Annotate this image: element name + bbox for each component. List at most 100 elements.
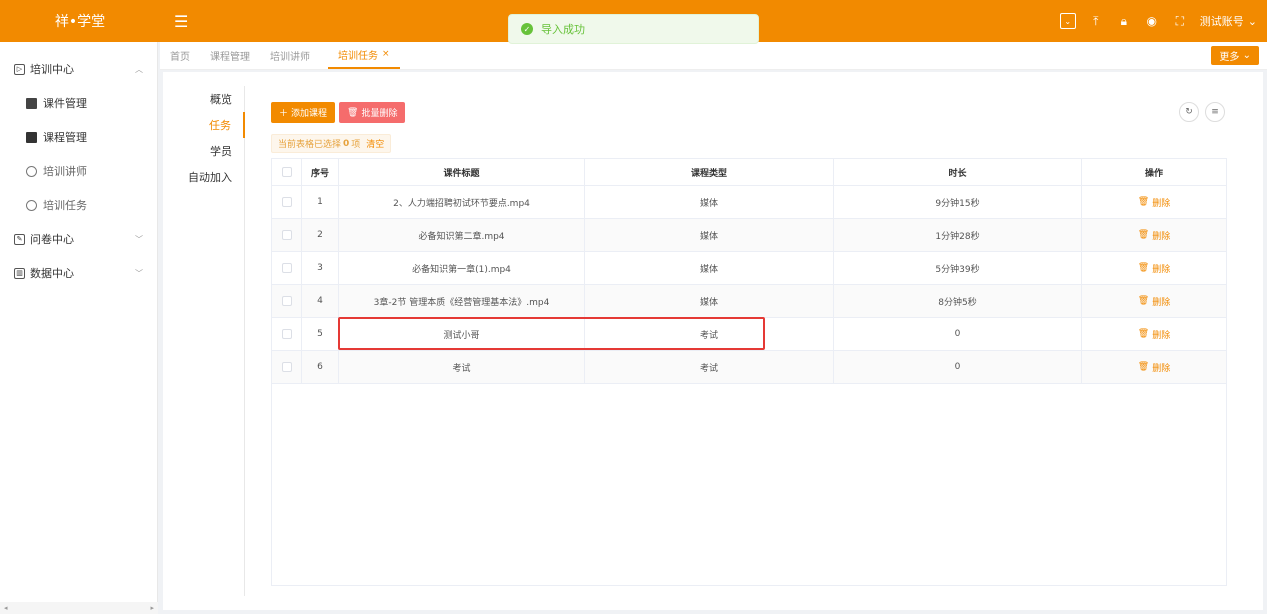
header-checkbox-cell — [272, 159, 302, 185]
add-course-label: 添加课程 — [291, 109, 328, 119]
subnav-overview[interactable]: 概览 — [163, 86, 244, 112]
delete-button[interactable]: 🗑︎ 删除 — [1138, 196, 1170, 209]
upload-icon[interactable]: ⤒ — [1088, 13, 1104, 29]
sidebar-item-lecturers[interactable]: 培训讲师 — [0, 154, 157, 188]
tab-label: 首页 — [170, 51, 190, 63]
book-icon — [26, 131, 37, 143]
row-checkbox[interactable] — [281, 230, 292, 240]
scroll-right-icon[interactable]: ▸ — [150, 604, 154, 612]
refresh-icon[interactable]: ↻ — [1179, 102, 1199, 122]
tab-label: 课程管理 — [210, 51, 250, 63]
row-checkbox[interactable] — [281, 197, 292, 207]
tab-lecturers[interactable]: 培训讲师 — [260, 41, 320, 69]
row-checkbox[interactable] — [281, 296, 292, 306]
row-title: 必备知识第二章.mp4 — [339, 219, 585, 251]
more-button-label: 更多 — [1219, 52, 1240, 63]
row-type: 媒体 — [585, 219, 834, 251]
select-all-checkbox[interactable] — [281, 167, 292, 177]
account-menu[interactable]: 测试账号 ⌄ — [1200, 13, 1257, 29]
delete-button[interactable]: 🗑︎ 删除 — [1138, 328, 1170, 341]
row-checkbox[interactable] — [281, 362, 292, 372]
eye-icon[interactable]: ◉ — [1144, 13, 1160, 29]
sidebar-item-label: 课程管理 — [43, 131, 87, 144]
clock-icon — [26, 199, 37, 211]
chevron-down-icon: ﹀ — [135, 268, 143, 278]
delete-label: 删除 — [1152, 231, 1171, 242]
tab-label: 培训任务 — [338, 50, 378, 62]
sidebar-group-training[interactable]: ▷ 培训中心 ︿ — [0, 52, 157, 86]
sidebar-group-label: 培训中心 — [30, 63, 74, 76]
more-button[interactable]: 更多 ⌄ — [1211, 46, 1259, 65]
sidebar-item-label: 培训讲师 — [43, 165, 87, 178]
row-title: 测试小哥 — [339, 318, 585, 350]
row-duration: 0 — [834, 351, 1082, 383]
row-checkbox[interactable] — [281, 263, 292, 273]
fullscreen-icon[interactable]: ⛶ — [1172, 13, 1188, 29]
batch-delete-button[interactable]: 🗑︎ 批量删除 — [339, 102, 406, 123]
trash-icon: 🗑︎ — [1137, 296, 1150, 306]
sidebar-scrollbar[interactable]: ◂ ▸ — [0, 602, 158, 614]
trash-icon: 🗑︎ — [1137, 263, 1150, 273]
lock-icon[interactable]: 🔒︎ — [1116, 13, 1132, 29]
row-title: 必备知识第一章(1).mp4 — [339, 252, 585, 284]
subnav-tasks[interactable]: 任务 — [163, 112, 245, 138]
success-toast: ✓ 导入成功 — [508, 14, 759, 44]
subnav-students[interactable]: 学员 — [163, 138, 244, 164]
tab-home[interactable]: 首页 — [160, 41, 200, 69]
subnav-auto-join[interactable]: 自动加入 — [163, 164, 244, 190]
trash-icon: 🗑︎ — [1137, 230, 1150, 240]
table-row: 5 测试小哥 考试 0 🗑︎ 删除 — [272, 318, 1226, 351]
row-actions: 🗑︎ 删除 — [1082, 351, 1226, 383]
chevron-down-icon: ⌄ — [1247, 14, 1257, 28]
sidebar-group-data[interactable]: ▥ 数据中心 ﹀ — [0, 256, 157, 290]
row-index: 1 — [302, 186, 339, 218]
trash-icon: 🗑︎ — [1137, 197, 1150, 207]
sidebar-item-courses[interactable]: 课程管理 — [0, 120, 157, 154]
row-type: 考试 — [585, 351, 834, 383]
survey-icon: ✎ — [14, 233, 25, 245]
trash-icon: 🗑︎ — [347, 107, 359, 118]
row-checkbox-cell — [272, 252, 302, 284]
delete-button[interactable]: 🗑︎ 删除 — [1138, 262, 1170, 275]
sidebar-item-tasks[interactable]: 培训任务 — [0, 188, 157, 222]
app-logo[interactable]: 祥•学堂 — [0, 0, 160, 42]
table-row: 4 3章-2节 管理本质《经营管理基本法》.mp4 媒体 8分钟5秒 🗑︎ 删除 — [272, 285, 1226, 318]
sidebar-item-label: 培训任务 — [43, 199, 87, 212]
table-row: 2 必备知识第二章.mp4 媒体 1分钟28秒 🗑︎ 删除 — [272, 219, 1226, 252]
row-type: 媒体 — [585, 285, 834, 317]
header-index: 序号 — [302, 159, 339, 185]
header-actions: 操作 — [1144, 168, 1163, 179]
header-title: 课件标题 — [339, 159, 585, 185]
header-duration: 时长 — [834, 159, 1082, 185]
table-row: 3 必备知识第一章(1).mp4 媒体 5分钟39秒 🗑︎ 删除 — [272, 252, 1226, 285]
selection-suffix: 项 — [351, 140, 361, 150]
add-course-button[interactable]: ＋ 添加课程 — [271, 102, 336, 123]
tab-label: 培训讲师 — [270, 51, 310, 63]
tab-course-management[interactable]: 课程管理 — [200, 41, 260, 69]
header-actions: ⌄ ⤒ 🔒︎ ◉ ⛶ 测试账号 ⌄ — [1059, 0, 1257, 42]
trash-icon: 🗑︎ — [1137, 329, 1150, 339]
row-checkbox-cell — [272, 219, 302, 251]
tab-training-tasks[interactable]: 培训任务 × — [328, 41, 400, 69]
row-checkbox-cell — [272, 285, 302, 317]
close-icon[interactable]: × — [382, 49, 390, 59]
row-duration: 9分钟15秒 — [834, 186, 1082, 218]
sidebar-group-survey[interactable]: ✎ 问卷中心 ﹀ — [0, 222, 157, 256]
row-index: 6 — [302, 351, 339, 383]
row-index: 5 — [302, 318, 339, 350]
row-checkbox-cell — [272, 351, 302, 383]
trash-icon: 🗑︎ — [1137, 362, 1150, 372]
row-index: 2 — [302, 219, 339, 251]
row-checkbox[interactable] — [281, 329, 292, 339]
menu-toggle-icon[interactable]: ☰ — [174, 12, 188, 31]
scroll-left-icon[interactable]: ◂ — [4, 604, 8, 612]
dropdown-box-icon[interactable]: ⌄ — [1059, 13, 1076, 29]
clear-selection-link[interactable]: 清空 — [366, 137, 384, 150]
training-center-icon: ▷ — [14, 63, 25, 75]
delete-button[interactable]: 🗑︎ 删除 — [1138, 229, 1170, 242]
table-body: 1 2、人力端招聘初试环节要点.mp4 媒体 9分钟15秒 🗑︎ 删除 2 必备知识第二章.m… — [272, 186, 1226, 384]
delete-button[interactable]: 🗑︎ 删除 — [1138, 361, 1170, 374]
sidebar-item-courseware[interactable]: 课件管理 — [0, 86, 157, 120]
delete-button[interactable]: 🗑︎ 删除 — [1138, 295, 1170, 308]
column-settings-icon[interactable]: ≡ — [1205, 102, 1225, 122]
